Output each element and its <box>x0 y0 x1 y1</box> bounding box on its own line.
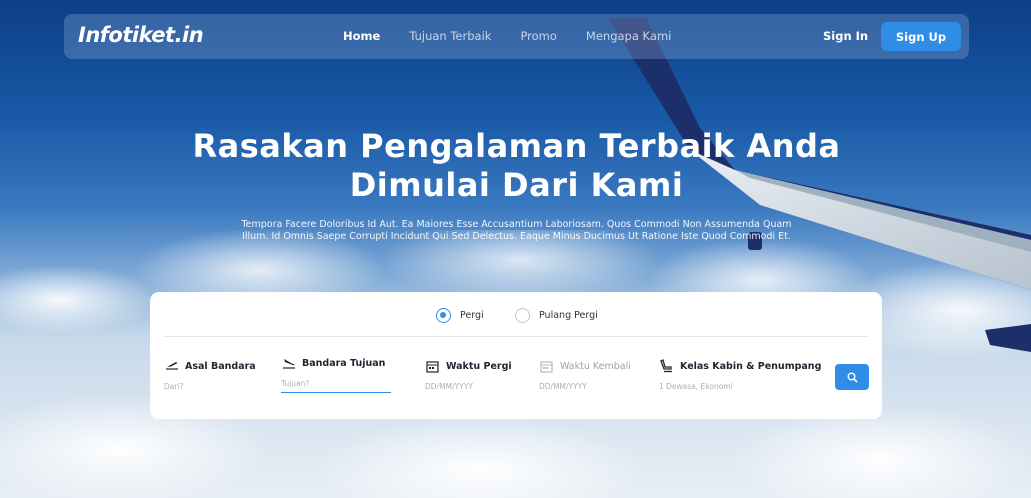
nav-link-home[interactable]: Home <box>343 29 380 43</box>
trip-type-pergi[interactable]: Pergi <box>436 308 484 323</box>
sign-in-link[interactable]: Sign In <box>823 29 868 43</box>
plane-takeoff-icon <box>164 359 179 373</box>
depart-date-field[interactable]: Waktu Pergi DD/MM/YYYY <box>425 359 512 392</box>
origin-label: Asal Bandara <box>185 360 256 372</box>
return-date-label: Waktu Kembali <box>560 360 631 372</box>
calendar-icon <box>539 359 554 373</box>
origin-field[interactable]: Asal Bandara Dari? <box>164 359 256 392</box>
site-logo[interactable]: Infotiket.in <box>78 23 204 47</box>
hero-title: Rasakan Pengalaman Terbaik Anda Dimulai … <box>100 127 933 205</box>
depart-date-label: Waktu Pergi <box>446 360 512 372</box>
radio-pergi[interactable] <box>436 308 451 323</box>
hero-title-line-2: Dimulai Dari Kami <box>349 166 684 204</box>
plane-landing-icon <box>281 356 296 370</box>
trip-type-pergi-label: Pergi <box>460 310 484 321</box>
seat-icon <box>659 359 674 373</box>
origin-input[interactable]: Dari? <box>164 382 256 391</box>
search-button[interactable] <box>835 364 869 390</box>
sign-up-button[interactable]: Sign Up <box>881 22 961 51</box>
nav-link-tujuan-terbaik[interactable]: Tujuan Terbaik <box>409 29 491 43</box>
search-icon <box>847 372 858 383</box>
cabin-passenger-field[interactable]: Kelas Kabin & Penumpang 1 Dewasa, Ekonom… <box>659 359 821 391</box>
hero-title-line-1: Rasakan Pengalaman Terbaik Anda <box>192 127 841 165</box>
flight-search-card: Pergi Pulang Pergi Asal Bandara Dari? Ba… <box>150 292 882 419</box>
return-date-input[interactable]: DD/MM/YYYY <box>539 382 631 391</box>
cabin-passenger-label: Kelas Kabin & Penumpang <box>680 360 822 372</box>
nav-link-promo[interactable]: Promo <box>520 29 556 43</box>
nav-links: Home Tujuan Terbaik Promo Mengapa Kami <box>343 29 671 43</box>
destination-field[interactable]: Bandara Tujuan Tujuan? <box>281 356 391 393</box>
top-navbar: Infotiket.in Home Tujuan Terbaik Promo M… <box>64 14 969 59</box>
hero-subtitle-line-2: Illum. Id Omnis Saepe Corrupti Incidunt … <box>242 231 791 242</box>
cabin-passenger-value[interactable]: 1 Dewasa, Ekonomi <box>659 382 821 391</box>
calendar-icon <box>425 359 440 373</box>
nav-link-mengapa-kami[interactable]: Mengapa Kami <box>586 29 671 43</box>
depart-date-input[interactable]: DD/MM/YYYY <box>425 382 512 391</box>
hero-subtitle-line-1: Tempora Facere Doloribus Id Aut. Ea Maio… <box>241 219 792 230</box>
radio-pulang-pergi[interactable] <box>515 308 530 323</box>
card-divider <box>163 336 869 337</box>
destination-label: Bandara Tujuan <box>302 357 386 369</box>
trip-type-pulang-pergi[interactable]: Pulang Pergi <box>515 308 598 323</box>
destination-input[interactable]: Tujuan? <box>281 379 391 393</box>
hero-subtitle: Tempora Facere Doloribus Id Aut. Ea Maio… <box>190 219 843 243</box>
trip-type-pulang-pergi-label: Pulang Pergi <box>539 310 598 321</box>
return-date-field[interactable]: Waktu Kembali DD/MM/YYYY <box>539 359 631 392</box>
